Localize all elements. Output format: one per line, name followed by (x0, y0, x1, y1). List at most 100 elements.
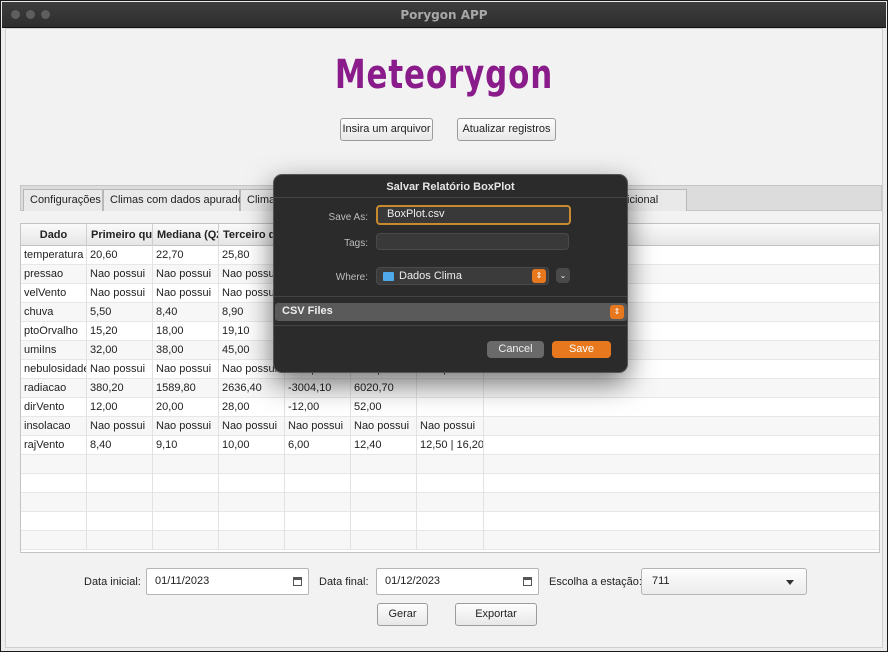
export-button[interactable]: Exportar (455, 603, 537, 626)
table-cell: 8,40 (87, 436, 153, 455)
table-row[interactable] (21, 474, 879, 493)
table-cell: Nao possui (285, 417, 351, 436)
window-title: Porygon APP (400, 8, 488, 22)
table-cell (285, 512, 351, 531)
table-cell: radiacao (21, 379, 87, 398)
tags-input[interactable] (376, 233, 569, 250)
table-cell (219, 512, 285, 531)
table-row[interactable]: rajVento 8,40 9,10 10,00 6,00 12,40 12,50 | 16… (21, 436, 879, 455)
table-cell: rajVento (21, 436, 87, 455)
table-cell (285, 455, 351, 474)
table-cell (87, 474, 153, 493)
table-cell (417, 398, 484, 417)
table-cell: 1589,80 (153, 379, 219, 398)
table-cell (417, 379, 484, 398)
station-label: Escolha a estação: (549, 576, 642, 588)
where-label: Where: (335, 272, 368, 283)
table-cell: 52,00 (351, 398, 417, 417)
table-row[interactable]: radiacao 380,20 1589,80 2636,40 -3004,10 6020… (21, 379, 879, 398)
station-select[interactable]: 711 (641, 568, 807, 595)
table-cell: 20,00 (153, 398, 219, 417)
end-date-value: 01/12/2023 (385, 575, 441, 587)
where-select[interactable]: Dados Clima ⇕ (376, 267, 549, 285)
table-cell: dirVento (21, 398, 87, 417)
table-cell (87, 493, 153, 512)
table-cell (219, 455, 285, 474)
table-cell (417, 531, 484, 550)
end-date-field[interactable]: 01/12/2023 (376, 568, 539, 595)
table-cell: 6,00 (285, 436, 351, 455)
table-cell: temperatura (21, 246, 87, 265)
table-cell (87, 512, 153, 531)
table-cell: Nao possui (87, 360, 153, 379)
table-cell (417, 455, 484, 474)
table-row[interactable] (21, 512, 879, 531)
start-date-field[interactable]: 01/11/2023 (146, 568, 309, 595)
table-cell (21, 512, 87, 531)
table-cell (153, 493, 219, 512)
table-cell: Nao possui (417, 417, 484, 436)
generate-button[interactable]: Gerar (377, 603, 428, 626)
calendar-icon[interactable] (523, 577, 532, 586)
table-cell (351, 474, 417, 493)
table-cell: Nao possui (153, 265, 219, 284)
end-date-label: Data final: (319, 576, 369, 588)
table-cell (153, 531, 219, 550)
start-date-value: 01/11/2023 (155, 575, 210, 587)
where-value: Dados Clima (399, 270, 462, 282)
table-row[interactable]: insolacao Nao possui Nao possui Nao possui N… (21, 417, 879, 436)
table-cell: 9,10 (153, 436, 219, 455)
table-cell: -12,00 (285, 398, 351, 417)
tab-climas-apurados[interactable]: Climas com dados apurados (103, 189, 249, 211)
save-as-input[interactable]: BoxPlot.csv (376, 205, 571, 225)
cancel-button[interactable]: Cancel (487, 341, 544, 358)
window-titlebar: Porygon APP (2, 2, 886, 28)
updown-icon: ⇕ (610, 305, 624, 319)
table-cell (285, 474, 351, 493)
table-cell (285, 493, 351, 512)
table-cell: 380,20 (87, 379, 153, 398)
table-cell (87, 455, 153, 474)
format-select[interactable]: CSV Files ⇕ (275, 303, 627, 321)
table-cell: Nao possui (153, 360, 219, 379)
save-button[interactable]: Save (552, 341, 611, 358)
expand-dialog-button[interactable]: ⌄ (556, 268, 570, 283)
table-cell: -3004,10 (285, 379, 351, 398)
table-cell (219, 531, 285, 550)
table-cell: velVento (21, 284, 87, 303)
table-cell: Nao possui (87, 284, 153, 303)
updown-icon: ⇕ (532, 269, 546, 283)
table-cell: 10,00 (219, 436, 285, 455)
app-title: Meteorygon (334, 52, 554, 98)
chevron-down-icon (786, 580, 794, 585)
table-row[interactable] (21, 531, 879, 550)
table-cell (153, 455, 219, 474)
table-cell: 38,00 (153, 341, 219, 360)
table-cell: 20,60 (87, 246, 153, 265)
insert-file-button[interactable]: Insira um arquivor (340, 118, 433, 141)
table-cell: Nao possui (351, 417, 417, 436)
column-header-q2[interactable]: Mediana (Q2) (153, 224, 219, 246)
table-cell: 22,70 (153, 246, 219, 265)
table-cell: 6020,70 (351, 379, 417, 398)
calendar-icon[interactable] (293, 577, 302, 586)
divider (274, 197, 627, 198)
update-records-button[interactable]: Atualizar registros (457, 118, 556, 141)
table-cell: 12,00 (87, 398, 153, 417)
table-cell: Nao possui (87, 265, 153, 284)
tab-configuracoes[interactable]: Configurações (23, 189, 103, 211)
table-cell: 18,00 (153, 322, 219, 341)
column-header-dado[interactable]: Dado (21, 224, 87, 246)
table-row[interactable] (21, 493, 879, 512)
table-row[interactable]: dirVento 12,00 20,00 28,00 -12,00 52,00 (21, 398, 879, 417)
table-row[interactable] (21, 455, 879, 474)
table-cell: Nao possui (153, 417, 219, 436)
table-cell (351, 512, 417, 531)
column-header-q1[interactable]: Primeiro qu... (87, 224, 153, 246)
tab-adicional[interactable]: icional (627, 189, 687, 211)
tags-label: Tags: (344, 238, 368, 249)
save-dialog: Salvar Relatório BoxPlot Save As: BoxPlo… (273, 174, 628, 373)
table-cell: ptoOrvalho (21, 322, 87, 341)
table-cell (21, 493, 87, 512)
table-cell (417, 474, 484, 493)
